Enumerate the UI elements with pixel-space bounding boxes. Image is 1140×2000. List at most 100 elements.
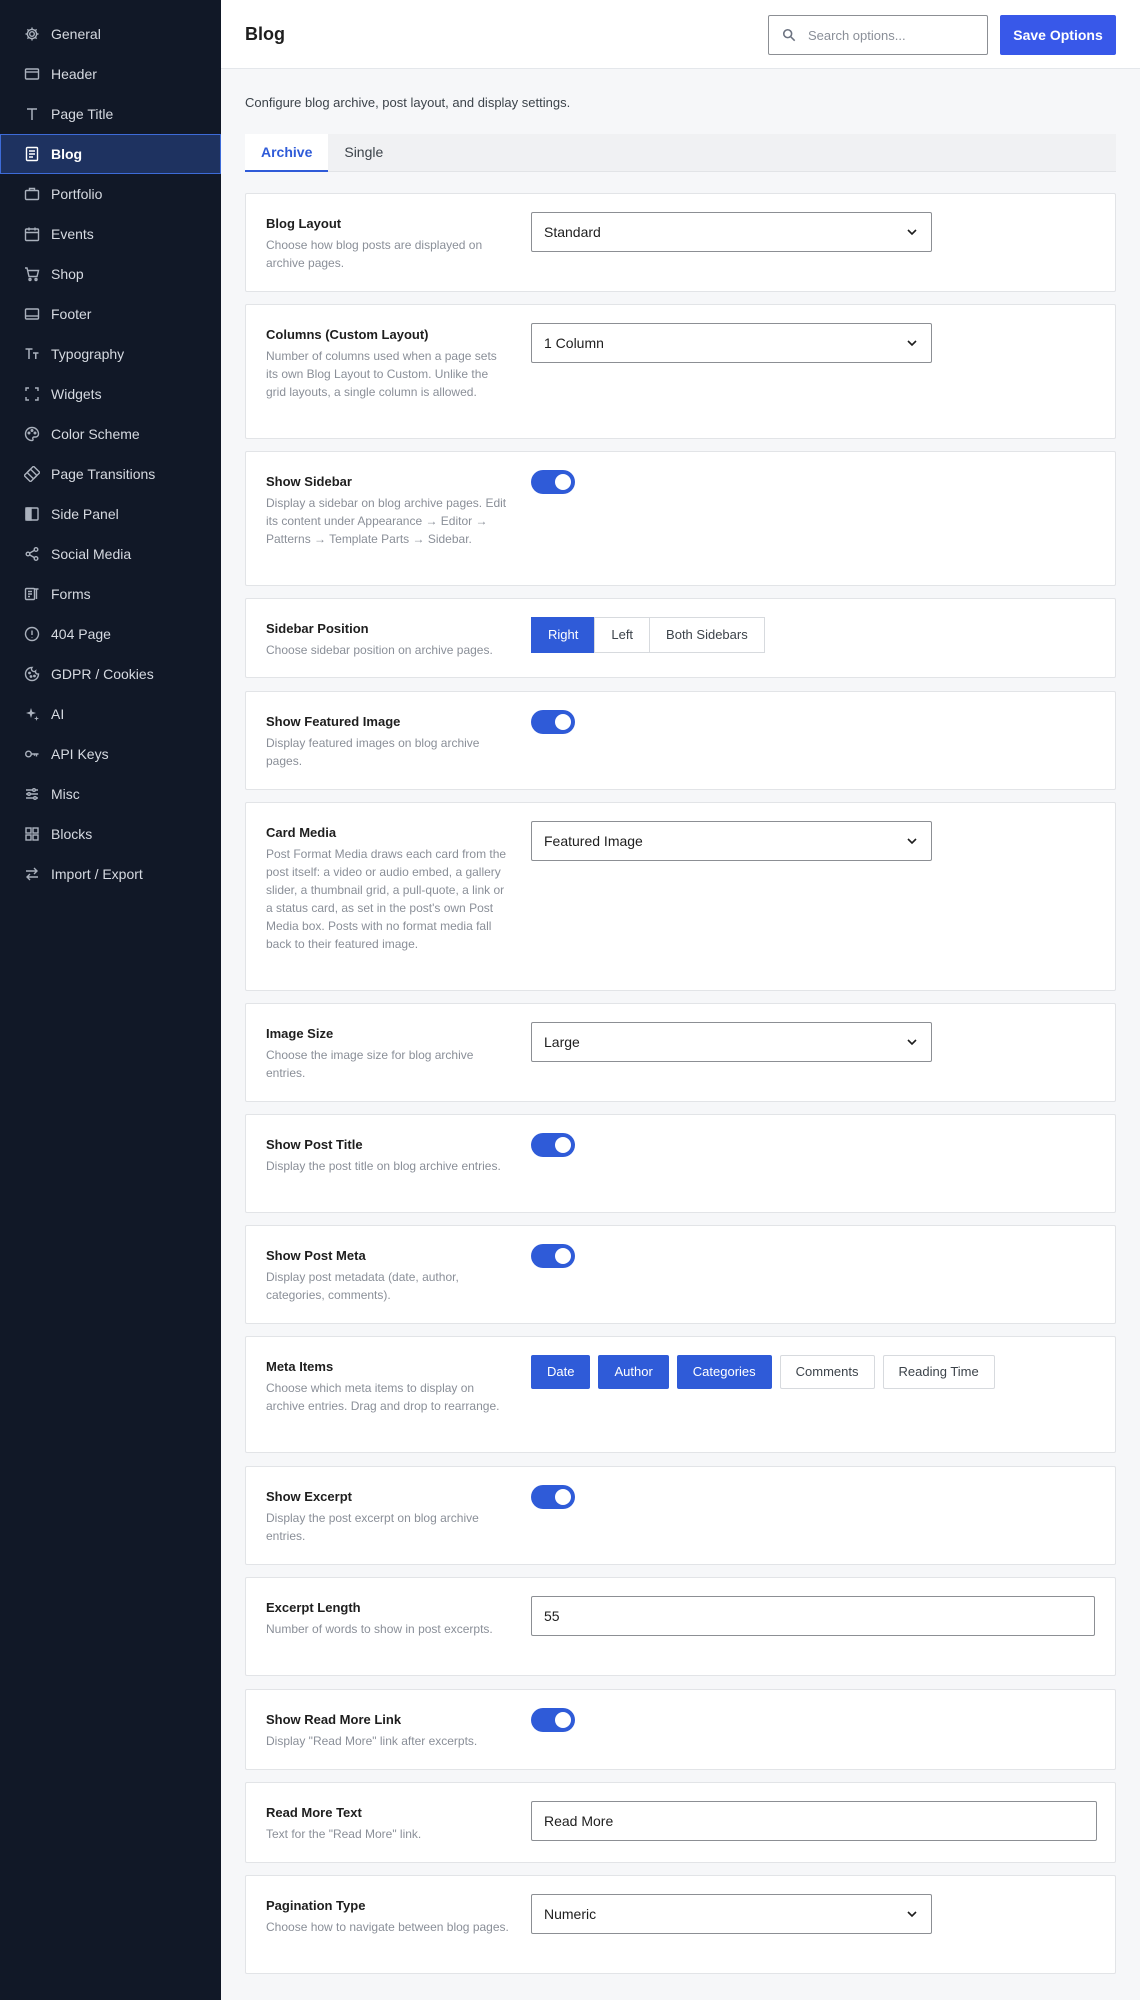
briefcase-icon [24,186,40,202]
cart-icon [24,266,40,282]
meta-item-comments[interactable]: Comments [779,1355,875,1389]
main-content: Blog Save Options Configure blog archive… [221,0,1140,2000]
search-input[interactable] [808,27,968,43]
option-sidebar-position: Sidebar Position Choose sidebar position… [245,598,1116,678]
show-post-title-toggle[interactable] [531,1133,575,1157]
save-options-button[interactable]: Save Options [1000,15,1116,55]
tab-archive[interactable]: Archive [245,134,329,172]
sidebar-item-blog[interactable]: Blog [0,134,221,174]
page-title: Blog [245,24,285,44]
option-label: Excerpt Length [266,1600,361,1615]
gear-icon [24,26,40,42]
sidebar-position-right[interactable]: Right [531,617,596,653]
sidebar-item-side-panel[interactable]: Side Panel [0,494,221,534]
show-excerpt-toggle[interactable] [531,1485,575,1509]
option-help: Text for the "Read More" link. [266,1827,422,1841]
option-label: Read More Text [266,1805,362,1820]
option-label: Sidebar Position [266,621,369,636]
option-card-media: Card Media Post Format Media draws each … [245,802,1116,991]
show-post-meta-toggle[interactable] [531,1244,575,1268]
sidebar-item-label: Import / Export [51,866,143,882]
sidebar-item-gdpr-cookies[interactable]: GDPR / Cookies [0,654,221,694]
sidebar-item-label: Shop [51,266,84,282]
read-more-text-input[interactable] [531,1801,1097,1841]
meta-item-date[interactable]: Date [531,1355,591,1389]
toggle-knob [555,474,571,490]
meta-item-reading-time[interactable]: Reading Time [882,1355,995,1389]
show-sidebar-toggle[interactable] [531,470,575,494]
sidebar-item-color-scheme[interactable]: Color Scheme [0,414,221,454]
tab-single[interactable]: Single [328,134,399,172]
sidebar-item-general[interactable]: General [0,14,221,54]
sidebar-item-header[interactable]: Header [0,54,221,94]
sidebar-item-blocks[interactable]: Blocks [0,814,221,854]
sidebar-item-widgets[interactable]: Widgets [0,374,221,414]
sidebar-item-api-keys[interactable]: API Keys [0,734,221,774]
transition-icon [24,466,40,482]
sidebar-item-label: API Keys [51,746,109,762]
sidebar-item-misc[interactable]: Misc [0,774,221,814]
sidebar-item-social-media[interactable]: Social Media [0,534,221,574]
option-help: Display featured images on blog archive … [266,736,480,768]
option-help: Number of words to show in post excerpts… [266,1622,493,1636]
option-meta-items: Meta Items Choose which meta items to di… [245,1336,1116,1453]
option-excerpt-length: Excerpt Length Number of words to show i… [245,1577,1116,1676]
option-label: Card Media [266,825,337,840]
sidebar-item-label: Footer [51,306,92,322]
excerpt-length-input[interactable] [531,1596,1095,1636]
share-icon [24,546,40,562]
columns-select[interactable]: 1 Column [531,323,932,363]
sidebar-item-label: Page Title [51,106,114,122]
option-help: Display post metadata (date, author, cat… [266,1270,459,1302]
chevron-down-icon [907,340,917,347]
meta-item-categories[interactable]: Categories [676,1355,772,1389]
sidebar-item-footer[interactable]: Footer [0,294,221,334]
sidebar-item-label: Blog [51,146,83,162]
option-show-read-more: Show Read More Link Display "Read More" … [245,1689,1116,1770]
meta-item-author[interactable]: Author [598,1355,669,1389]
meta-items-list: Date Author Categories Comments Reading … [531,1355,995,1389]
sidebar-item-404-page[interactable]: 404 Page [0,614,221,654]
sidebar-item-page-title[interactable]: Page Title [0,94,221,134]
sidebar-position-both[interactable]: Both Sidebars [649,617,765,653]
card-media-select[interactable]: Featured Image [531,821,932,861]
select-value: Standard [544,224,601,240]
blog-layout-select[interactable]: Standard [531,212,932,252]
chevron-down-icon [907,1039,917,1046]
sidebar-item-page-transitions[interactable]: Page Transitions [0,454,221,494]
sidebar-item-portfolio[interactable]: Portfolio [0,174,221,214]
sidebar-item-import-export[interactable]: Import / Export [0,854,221,894]
toggle-knob [555,1712,571,1728]
sidebar-item-ai[interactable]: AI [0,694,221,734]
show-featured-image-toggle[interactable] [531,710,575,734]
option-pagination-type: Pagination Type Choose how to navigate b… [245,1875,1116,1974]
pagination-type-select[interactable]: Numeric [531,1894,932,1934]
sidebar-item-label: Blocks [51,826,93,842]
sidebar-item-label: AI [51,706,65,722]
option-help: Choose how blog posts are displayed on a… [266,238,483,270]
sidebar-item-shop[interactable]: Shop [0,254,221,294]
option-label: Meta Items [266,1359,334,1374]
sidebar-item-label: Header [51,66,97,82]
top-bar: Blog Save Options [221,0,1140,69]
chevron-down-icon [907,838,917,845]
side-panel-icon [24,506,40,522]
toggle-knob [555,1248,571,1264]
option-show-excerpt: Show Excerpt Display the post excerpt on… [245,1466,1116,1565]
toggle-knob [555,1489,571,1505]
sidebar-item-label: Page Transitions [51,466,156,482]
show-read-more-toggle[interactable] [531,1708,575,1732]
sidebar-item-label: Social Media [51,546,132,562]
option-help: Display "Read More" link after excerpts. [266,1734,478,1748]
option-label: Image Size [266,1026,334,1041]
sidebar-item-typography[interactable]: Typography [0,334,221,374]
sidebar-position-left[interactable]: Left [594,617,651,653]
sidebar-item-events[interactable]: Events [0,214,221,254]
search-box[interactable] [768,15,988,55]
palette-icon [24,426,40,442]
image-size-select[interactable]: Large [531,1022,932,1062]
option-label: Show Featured Image [266,714,401,729]
sidebar-item-forms[interactable]: Forms [0,574,221,614]
sidebar-item-label: 404 Page [51,626,111,642]
option-label: Show Post Meta [266,1248,366,1263]
